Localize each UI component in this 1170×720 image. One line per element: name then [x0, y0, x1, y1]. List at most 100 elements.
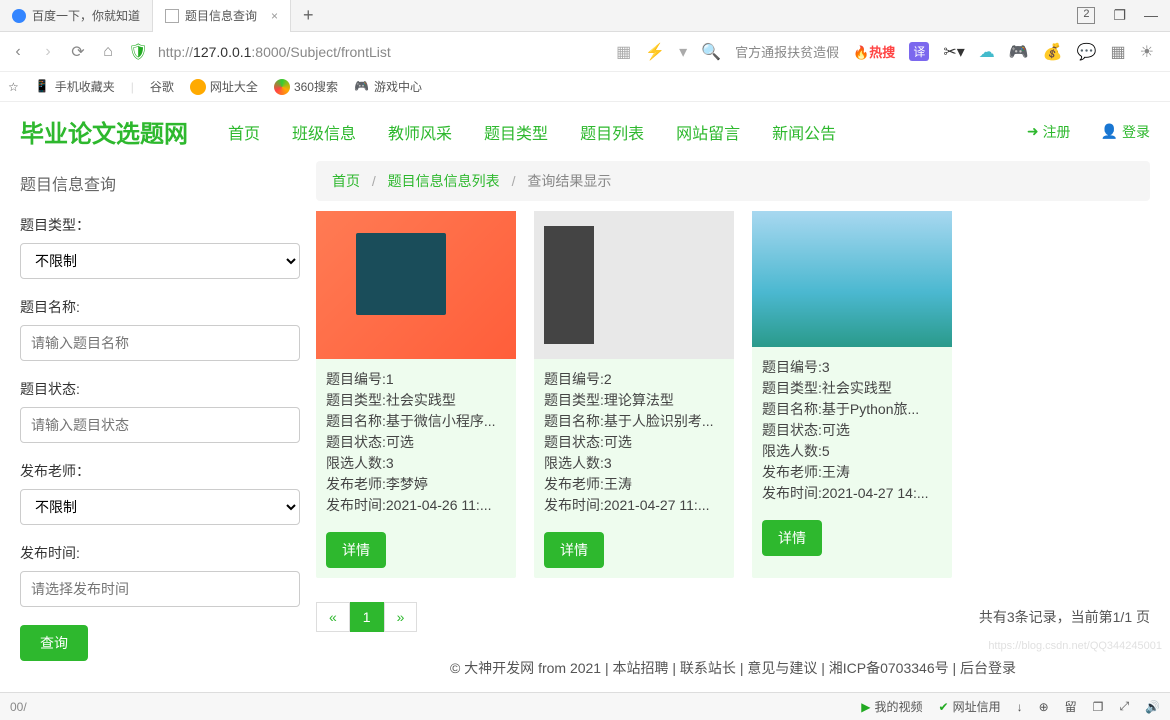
nav-news[interactable]: 新闻公告 [772, 120, 836, 144]
nav-message[interactable]: 网站留言 [676, 120, 740, 144]
card-name: 题目名称:基于人脸识别考... [544, 411, 724, 432]
status-sound[interactable]: 🔊 [1145, 700, 1160, 714]
card-type: 题目类型:理论算法型 [544, 390, 724, 411]
card-id: 题目编号:3 [762, 357, 942, 378]
bookmark-phone[interactable]: 📱手机收藏夹 [35, 78, 115, 95]
browser-tab-0[interactable]: 百度一下，你就知道 [0, 0, 153, 32]
cloud-icon[interactable]: ☁ [979, 42, 995, 62]
apps-icon[interactable]: ▦ [1111, 42, 1126, 62]
url-prefix: http:// [158, 44, 193, 60]
type-select[interactable]: 不限制 [20, 243, 300, 279]
status-fullscreen[interactable]: ⤢ [1119, 699, 1129, 714]
forward-button[interactable]: › [38, 43, 58, 61]
card-teacher: 发布老师:王涛 [762, 462, 942, 483]
browser-tab-bar: 百度一下，你就知道 题目信息查询 × + 2 ❐ — [0, 0, 1170, 32]
new-tab-button[interactable]: + [291, 5, 326, 26]
shield-icon[interactable]: 🛡 [128, 42, 148, 62]
breadcrumb-list[interactable]: 题目信息信息列表 [388, 173, 500, 189]
teacher-select[interactable]: 不限制 [20, 489, 300, 525]
card-status: 题目状态:可选 [326, 432, 506, 453]
login-link[interactable]: 👤登录 [1101, 122, 1150, 142]
reload-button[interactable]: ⟳ [68, 42, 88, 62]
window-controls: 2 ❐ — [1077, 7, 1170, 24]
status-download[interactable]: ↓ [1017, 700, 1023, 714]
url-path: /Subject/frontList [286, 44, 390, 60]
card-body: 题目编号:1 题目类型:社会实践型 题目名称:基于微信小程序... 题目状态:可… [316, 359, 516, 526]
dropdown-icon[interactable]: ▾ [679, 42, 687, 62]
date-input[interactable] [20, 571, 300, 607]
signin-icon: ➜ [1027, 123, 1039, 140]
card-image [752, 211, 952, 347]
bookmark-360[interactable]: 360搜索 [274, 78, 338, 95]
query-button[interactable]: 查询 [20, 625, 88, 661]
bookmark-sites[interactable]: 网址大全 [190, 78, 258, 95]
card-time: 发布时间:2021-04-27 11:... [544, 495, 724, 516]
status-input[interactable] [20, 407, 300, 443]
restore-icon[interactable]: ❐ [1113, 7, 1126, 24]
card-type: 题目类型:社会实践型 [762, 378, 942, 399]
page-current[interactable]: 1 [350, 602, 384, 632]
status-video[interactable]: ▶我的视频 [861, 698, 922, 715]
status-zoom[interactable]: ⊕ [1039, 700, 1049, 714]
card-limit: 限选人数:5 [762, 441, 942, 462]
address-bar-right: ▦ ⚡ ▾ 🔍 官方通报扶贫造假 🔥热搜 译 ✂▾ ☁ 🎮 💰 💬 ▦ ☀ [616, 42, 1162, 62]
nav-home[interactable]: 首页 [228, 120, 260, 144]
hot-badge[interactable]: 🔥热搜 [853, 42, 895, 61]
card-id: 题目编号:2 [544, 369, 724, 390]
status-pip[interactable]: ❐ [1093, 700, 1104, 714]
breadcrumb: 首页 / 题目信息信息列表 / 查询结果显示 [316, 161, 1150, 201]
page-next[interactable]: » [384, 602, 418, 632]
bookmark-games[interactable]: 🎮游戏中心 [354, 78, 422, 95]
card-name: 题目名称:基于Python旅... [762, 399, 942, 420]
status-credit[interactable]: ✔网址信用 [939, 698, 1001, 715]
nav-type[interactable]: 题目类型 [484, 120, 548, 144]
browser-tab-1[interactable]: 题目信息查询 × [153, 0, 291, 32]
page-info: 共有3条记录，当前第1/1 页 [979, 607, 1150, 627]
star-icon[interactable]: ☆ [8, 80, 19, 94]
minimize-icon[interactable]: — [1144, 7, 1158, 24]
content-area: 题目信息查询 题目类型： 不限制 题目名称: 题目状态: 发布老师： 不限制 发… [0, 161, 1170, 682]
qr-icon[interactable]: ▦ [616, 42, 631, 62]
status-text: 00/ [10, 700, 27, 714]
name-input[interactable] [20, 325, 300, 361]
url-port: :8000 [251, 44, 286, 60]
subject-card: 题目编号:2 题目类型:理论算法型 题目名称:基于人脸识别考... 题目状态:可… [534, 211, 734, 578]
translate-icon[interactable]: 译 [909, 42, 929, 61]
detail-button[interactable]: 详情 [326, 532, 386, 568]
settings-icon[interactable]: ☀ [1140, 42, 1154, 62]
chat-icon[interactable]: 💬 [1077, 42, 1097, 62]
card-time: 发布时间:2021-04-26 11:... [326, 495, 506, 516]
coin-icon[interactable]: 💰 [1043, 42, 1063, 62]
card-image [534, 211, 734, 359]
detail-button[interactable]: 详情 [762, 520, 822, 556]
browser-status-bar: 00/ ▶我的视频 ✔网址信用 ↓ ⊕ 留 ❐ ⤢ 🔊 [0, 692, 1170, 720]
nav-list[interactable]: 题目列表 [580, 120, 644, 144]
watermark: https://blog.csdn.net/QQ344245001 [988, 640, 1162, 652]
bookmark-google[interactable]: 谷歌 [150, 78, 174, 95]
url-input[interactable]: http://127.0.0.1:8000/Subject/frontList [158, 44, 391, 60]
register-link[interactable]: ➜注册 [1027, 122, 1071, 142]
window-count[interactable]: 2 [1077, 7, 1095, 24]
detail-button[interactable]: 详情 [544, 532, 604, 568]
pagination: « 1 » 共有3条记录，当前第1/1 页 [316, 602, 1150, 632]
game-icon[interactable]: 🎮 [1009, 42, 1029, 62]
flash-icon[interactable]: ⚡ [645, 42, 665, 62]
search-icon[interactable]: 🔍 [701, 42, 721, 62]
nav-teacher[interactable]: 教师风采 [388, 120, 452, 144]
card-id: 题目编号:1 [326, 369, 506, 390]
name-label: 题目名称: [20, 297, 300, 317]
back-button[interactable]: ‹ [8, 43, 28, 61]
close-icon[interactable]: × [271, 9, 278, 23]
scissors-icon[interactable]: ✂▾ [943, 42, 964, 62]
breadcrumb-home[interactable]: 首页 [332, 173, 360, 189]
search-hint[interactable]: 官方通报扶贫造假 [735, 42, 839, 61]
card-body: 题目编号:2 题目类型:理论算法型 题目名称:基于人脸识别考... 题目状态:可… [534, 359, 734, 526]
site-logo[interactable]: 毕业论文选题网 [20, 114, 188, 149]
page-icon [165, 9, 179, 23]
play-icon: ▶ [861, 700, 870, 714]
search-sidebar: 题目信息查询 题目类型： 不限制 题目名称: 题目状态: 发布老师： 不限制 发… [20, 161, 300, 682]
nav-class[interactable]: 班级信息 [292, 120, 356, 144]
status-note[interactable]: 留 [1065, 698, 1077, 715]
page-prev[interactable]: « [316, 602, 350, 632]
home-button[interactable]: ⌂ [98, 43, 118, 61]
